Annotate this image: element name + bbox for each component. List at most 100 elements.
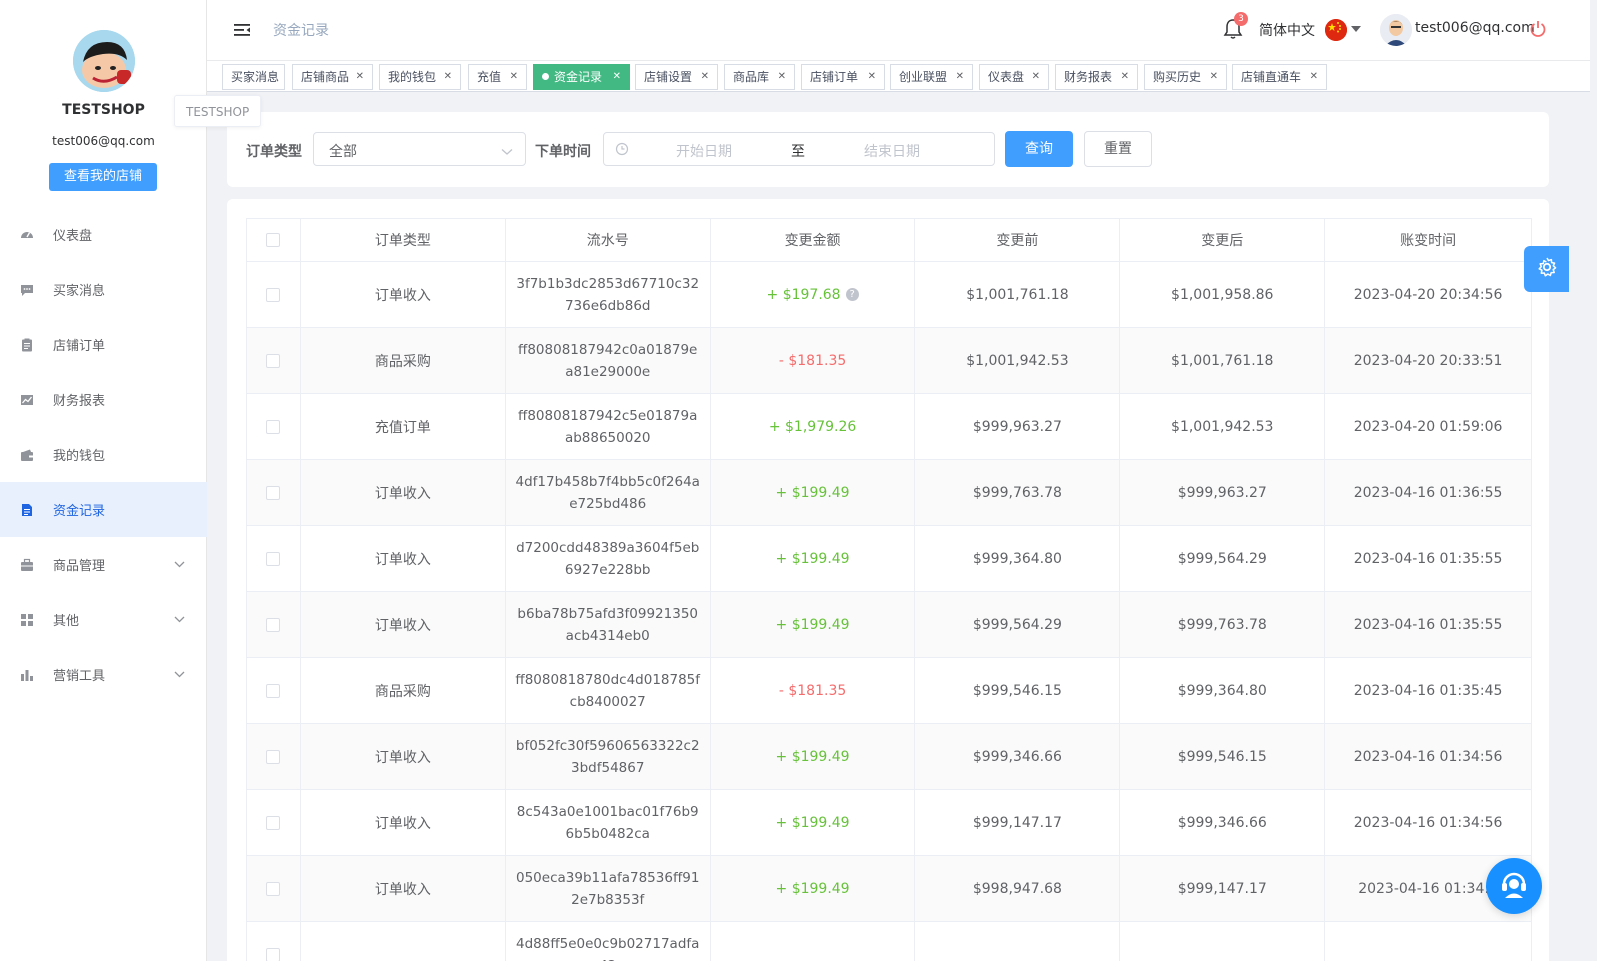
amount-change-cell: + $199.49: [711, 526, 916, 591]
bar-chart-icon: [20, 668, 34, 682]
tag-shop-settings[interactable]: 店铺设置 ✕: [635, 64, 718, 90]
settings-float-button[interactable]: [1524, 246, 1569, 292]
close-icon[interactable]: ✕: [1310, 65, 1318, 89]
order-type-select[interactable]: 全部: [313, 132, 526, 166]
column-header: 账变时间: [1325, 219, 1533, 261]
chevron-down-icon: [174, 612, 185, 627]
fund-records-table: 订单类型 流水号 变更金额 变更前 变更后 账变时间 订单收入 3f7b1b3dc…: [246, 218, 1533, 961]
close-icon[interactable]: ✕: [1210, 65, 1218, 89]
sidebar-item-product-management[interactable]: 商品管理: [0, 537, 207, 592]
start-date-input[interactable]: 开始日期: [676, 141, 732, 161]
amount-change-cell: [711, 922, 916, 961]
close-icon[interactable]: ✕: [701, 65, 709, 89]
date-range-picker[interactable]: 开始日期 至 结束日期: [603, 132, 995, 166]
close-icon[interactable]: ✕: [956, 65, 964, 89]
close-icon[interactable]: ✕: [613, 65, 621, 89]
close-icon[interactable]: ✕: [444, 65, 452, 89]
serial-number-cell: ff80808187942c0a01879ea81e29000e: [506, 328, 711, 393]
tag-shop-orders[interactable]: 店铺订单 ✕: [801, 64, 885, 90]
balance-before-cell: $999,546.15: [915, 658, 1121, 723]
amount-change-cell: + $197.68?: [711, 262, 916, 327]
sidebar-item-shop-orders[interactable]: 店铺订单: [0, 317, 207, 372]
tag-shop-express[interactable]: 店铺直通车 ✕: [1232, 64, 1327, 90]
row-checkbox[interactable]: [266, 617, 281, 632]
tag-shop-products[interactable]: 店铺商品 ✕: [292, 64, 373, 90]
shop-name-tooltip: TESTSHOP: [174, 95, 262, 127]
row-checkbox[interactable]: [266, 881, 281, 896]
sidebar-item-marketing-tools[interactable]: 营销工具: [0, 647, 207, 702]
tag-label: 充值: [477, 70, 502, 84]
page-scrollbar[interactable]: [1590, 0, 1597, 961]
change-time-cell: 2023-04-16 01:35:55: [1325, 592, 1533, 657]
row-checkbox[interactable]: [266, 683, 281, 698]
row-checkbox[interactable]: [266, 419, 281, 434]
customer-support-button[interactable]: [1486, 858, 1542, 914]
row-checkbox[interactable]: [266, 551, 281, 566]
end-date-input[interactable]: 结束日期: [864, 141, 920, 161]
question-icon[interactable]: ?: [845, 288, 859, 301]
language-selector[interactable]: 简体中文: [1259, 20, 1315, 40]
row-select-cell: [247, 394, 301, 459]
table-row: 商品采购 ff80808187942c0a01879ea81e29000e - $1…: [247, 328, 1533, 394]
reset-button[interactable]: 重置: [1084, 131, 1152, 167]
tag-product-library[interactable]: 商品库 ✕: [724, 64, 795, 90]
sidebar: TESTSHOP TESTSHOP test006@qq.com 查看我的店铺 …: [0, 0, 262, 961]
row-checkbox[interactable]: [266, 353, 281, 368]
close-icon[interactable]: ✕: [868, 65, 876, 89]
row-checkbox[interactable]: [266, 485, 281, 500]
close-icon[interactable]: ✕: [778, 65, 786, 89]
power-icon[interactable]: [1529, 20, 1547, 38]
balance-before-cell: $998,947.68: [915, 856, 1121, 921]
tag-fund-records[interactable]: 资金记录 ✕: [533, 64, 630, 90]
sidebar-item-my-wallet[interactable]: 我的钱包: [0, 427, 207, 482]
china-flag-icon[interactable]: [1325, 19, 1347, 41]
balance-after-cell: $1,001,761.18: [1120, 328, 1326, 393]
tag-recharge[interactable]: 充值 ✕: [468, 64, 527, 90]
sidebar-item-label: 商品管理: [53, 559, 106, 574]
range-separator: 至: [791, 144, 805, 160]
view-my-shop-button[interactable]: 查看我的店铺: [49, 163, 157, 191]
close-icon[interactable]: ✕: [1121, 65, 1129, 89]
close-icon[interactable]: ✕: [356, 65, 364, 89]
row-checkbox[interactable]: [266, 287, 281, 302]
tag-my-wallet[interactable]: 我的钱包 ✕: [379, 64, 461, 90]
balance-before-cell: $999,364.80: [915, 526, 1121, 591]
balance-after-cell: $999,546.15: [1120, 724, 1326, 789]
amount-change: + $199.49: [775, 616, 850, 633]
breadcrumb: 资金记录: [273, 23, 329, 39]
amount-change: + $199.49: [775, 748, 850, 765]
close-icon[interactable]: ✕: [1032, 65, 1040, 89]
row-checkbox[interactable]: [266, 749, 281, 764]
serial-number: ff8080818780dc4d018785fcb8400027: [515, 671, 701, 710]
serial-number-cell: 3f7b1b3dc2853d67710c32736e6db86d: [506, 262, 711, 327]
sidebar-item-other[interactable]: 其他: [0, 592, 207, 647]
row-checkbox[interactable]: [266, 947, 281, 961]
tag-label: 创业联盟: [899, 70, 948, 84]
close-icon[interactable]: ✕: [510, 65, 518, 89]
amount-change-cell: - $181.35: [711, 658, 916, 723]
query-button[interactable]: 查询: [1005, 131, 1073, 167]
sidebar-item-label: 财务报表: [53, 394, 106, 409]
tag-startup-alliance[interactable]: 创业联盟 ✕: [890, 64, 973, 90]
sidebar-menu: 仪表盘 买家消息 店铺订单 财务报表 我的钱包 资金记录 商品管理 其他 营销工…: [0, 207, 207, 702]
sidebar-item-financial-reports[interactable]: 财务报表: [0, 372, 207, 427]
select-all-checkbox[interactable]: [266, 233, 281, 247]
fund-records-panel: 订单类型 流水号 变更金额 变更前 变更后 账变时间 订单收入 3f7b1b3dc…: [227, 199, 1549, 961]
row-select-cell: [247, 592, 301, 657]
sidebar-item-fund-records[interactable]: 资金记录: [0, 482, 207, 537]
user-avatar[interactable]: [1380, 14, 1412, 46]
balance-before-cell: $1,001,761.18: [915, 262, 1121, 327]
caret-down-icon[interactable]: [1351, 26, 1361, 32]
menu-collapse-icon[interactable]: [233, 21, 251, 39]
sidebar-item-buyer-messages[interactable]: 买家消息: [0, 262, 207, 317]
row-checkbox[interactable]: [266, 815, 281, 830]
sidebar-item-dashboard[interactable]: 仪表盘: [0, 207, 207, 262]
user-email[interactable]: test006@qq.com: [1415, 20, 1535, 36]
order-type-cell: [301, 922, 506, 961]
tag-financial-reports[interactable]: 财务报表 ✕: [1055, 64, 1138, 90]
amount-change: + $1,979.26: [768, 418, 857, 435]
tag-purchase-history[interactable]: 购买历史 ✕: [1144, 64, 1227, 90]
tag-dashboard[interactable]: 仪表盘 ✕: [979, 64, 1049, 90]
tag-buyer-messages[interactable]: 买家消息: [222, 64, 285, 90]
amount-change-cell: + $199.49: [711, 856, 916, 921]
